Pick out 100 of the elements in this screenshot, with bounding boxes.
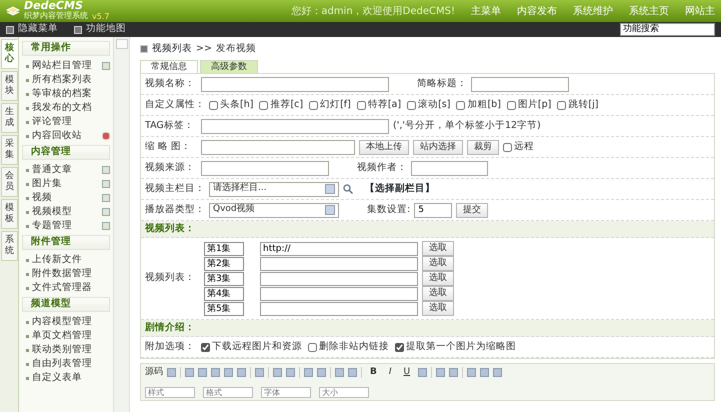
- episode-name-field[interactable]: 第4集: [204, 286, 244, 300]
- checkbox-label: 加粗[b]: [467, 98, 501, 112]
- checkbox[interactable]: [407, 100, 416, 110]
- checkbox-label: 幻灯[f]: [320, 98, 351, 112]
- select-field[interactable]: Qvod视频: [209, 202, 339, 218]
- list-icon: [140, 45, 148, 53]
- format-button[interactable]: I: [384, 366, 396, 380]
- select-link[interactable]: 【选择副栏目】: [365, 182, 435, 196]
- text-field[interactable]: [201, 140, 355, 154]
- text-field[interactable]: [471, 76, 569, 92]
- bullet-icon: [26, 120, 29, 124]
- style-dropdown[interactable]: 大小: [319, 386, 369, 398]
- style-dropdown[interactable]: 格式: [203, 386, 253, 398]
- breadcrumb-link[interactable]: 视频列表: [152, 42, 192, 56]
- side-tab[interactable]: 会员: [1, 167, 18, 197]
- form-tab[interactable]: 常规信息: [140, 60, 198, 73]
- menu-item[interactable]: 上传新文件: [32, 252, 82, 268]
- side-tab[interactable]: 采集: [1, 135, 18, 165]
- select-button[interactable]: 选取: [422, 256, 454, 271]
- menu-item[interactable]: 等审核的档案: [32, 86, 92, 102]
- text-field[interactable]: [201, 76, 389, 92]
- checkbox[interactable]: [259, 100, 268, 110]
- text-field[interactable]: 5: [414, 202, 452, 218]
- field-label: 附加选项：: [145, 340, 196, 354]
- menu-group-header[interactable]: 常用操作: [22, 41, 110, 56]
- checkbox[interactable]: [309, 100, 318, 110]
- episode-name-field[interactable]: 第1集: [204, 242, 244, 256]
- menu-item[interactable]: 视频模型: [32, 204, 72, 220]
- action-button[interactable]: 本地上传: [359, 140, 409, 154]
- episode-name-field[interactable]: 第5集: [204, 302, 244, 316]
- checkbox[interactable]: [456, 100, 466, 110]
- checkbox[interactable]: [557, 100, 566, 110]
- checkbox[interactable]: [503, 142, 512, 152]
- episode-name-field[interactable]: 第2集: [204, 256, 244, 270]
- checkbox[interactable]: [209, 100, 218, 110]
- logo-subtitle: 织梦内容管理系统: [24, 10, 88, 22]
- select-field[interactable]: 请选择栏目...: [209, 182, 339, 196]
- episode-url-field[interactable]: [260, 272, 418, 286]
- select-button[interactable]: 选取: [422, 241, 454, 256]
- add-icon[interactable]: [102, 62, 110, 70]
- toolbar-link[interactable]: 功能地图: [86, 22, 126, 37]
- menu-item[interactable]: 视频: [32, 190, 52, 206]
- episode-url-field[interactable]: [260, 302, 418, 316]
- action-button[interactable]: 站内选择: [413, 140, 463, 154]
- menu-group-header[interactable]: 内容管理: [22, 145, 110, 160]
- episode-url-field[interactable]: [260, 256, 418, 270]
- style-dropdown[interactable]: 样式: [145, 386, 195, 398]
- side-tab[interactable]: 系统: [1, 231, 18, 261]
- episode-url-field[interactable]: [260, 286, 418, 300]
- search-icon[interactable]: [343, 184, 353, 194]
- checkbox-label: 下载远程图片和资源: [212, 340, 302, 354]
- bullet-icon: [26, 196, 29, 200]
- menu-item[interactable]: 自由列表管理: [32, 356, 92, 372]
- select-button[interactable]: 选取: [422, 271, 454, 286]
- episode-name-field[interactable]: 第3集: [204, 272, 244, 286]
- checkbox[interactable]: [201, 342, 210, 352]
- side-tab[interactable]: 模块: [1, 71, 18, 101]
- menu-item[interactable]: 附件数据管理: [32, 266, 92, 282]
- field-label: 视频主栏目：: [145, 182, 205, 196]
- menu-item[interactable]: 联动类别管理: [32, 342, 92, 358]
- select-button[interactable]: 选取: [422, 286, 454, 301]
- checkbox-label: 滚动[s]: [418, 98, 450, 112]
- checkbox-label: 删除非站内链接: [319, 340, 389, 354]
- menu-item[interactable]: 普通文章: [32, 162, 72, 178]
- menu-group-header[interactable]: 附件管理: [22, 235, 110, 250]
- select-button[interactable]: 选取: [422, 301, 454, 316]
- checkbox[interactable]: [308, 342, 317, 352]
- menu-item[interactable]: 单页文档管理: [32, 328, 92, 344]
- text-field[interactable]: [411, 160, 488, 176]
- text-field[interactable]: [201, 160, 329, 176]
- menu-item[interactable]: 我发布的文档: [32, 100, 92, 116]
- checkbox[interactable]: [395, 342, 404, 352]
- menu-item[interactable]: 内容回收站: [32, 128, 82, 144]
- menu-item[interactable]: 所有档案列表: [32, 72, 92, 88]
- menu-item[interactable]: 内容模型管理: [32, 314, 92, 330]
- menu-item[interactable]: 文件式管理器: [32, 280, 92, 296]
- side-tab[interactable]: 核心: [1, 39, 18, 69]
- format-button[interactable]: B: [366, 366, 381, 380]
- action-button[interactable]: 提交: [456, 202, 488, 218]
- checkbox[interactable]: [356, 100, 366, 110]
- episode-url-field[interactable]: http://: [260, 242, 418, 256]
- text-field[interactable]: [201, 118, 389, 134]
- source-button[interactable]: 源码: [145, 366, 163, 380]
- format-button[interactable]: U: [400, 366, 414, 380]
- side-tab[interactable]: 模板: [1, 199, 18, 229]
- form-tab[interactable]: 高级参数: [200, 60, 258, 73]
- menu-item[interactable]: 网站栏目管理: [32, 58, 92, 74]
- menu-group-header[interactable]: 频道模型: [22, 297, 110, 312]
- bullet-icon: [26, 182, 29, 186]
- breadcrumb-current: 发布视频: [216, 42, 256, 56]
- style-dropdown[interactable]: 字体: [261, 386, 311, 398]
- menu-item[interactable]: 自定义表单: [32, 370, 82, 386]
- action-button[interactable]: 裁剪: [467, 140, 499, 154]
- menu-item[interactable]: 图片集: [32, 176, 62, 192]
- toolbar-link[interactable]: 隐藏菜单: [18, 22, 58, 37]
- checkbox[interactable]: [506, 100, 516, 110]
- side-tab[interactable]: 生成: [1, 103, 18, 133]
- menu-item[interactable]: 专题管理: [32, 218, 72, 234]
- menu-item[interactable]: 评论管理: [32, 114, 72, 130]
- search-field[interactable]: 功能搜索: [620, 23, 715, 36]
